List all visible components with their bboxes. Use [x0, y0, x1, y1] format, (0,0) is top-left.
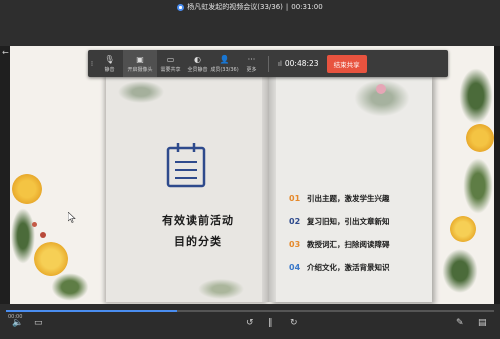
- mute-label: 静音: [104, 66, 115, 73]
- book-spine: [262, 74, 276, 302]
- back-arrow-icon[interactable]: ←: [2, 48, 9, 57]
- camera-icon: ▣: [136, 54, 144, 64]
- mic-icon: 🎙: [104, 54, 115, 64]
- playback-controls: 00:00 🔈 ▭ ↺ ‖ ↻ ✎ ▤: [0, 304, 500, 339]
- mute-all-label: 全员静音: [187, 66, 208, 73]
- mute-all-icon: ◐: [194, 54, 201, 64]
- more-icon: ···: [247, 54, 256, 64]
- leaf-decoration: [440, 246, 480, 296]
- meeting-toolbar: ⁞ 🎙 静音 ▣ 开启摄像头 ▭ 需要共享 ◐ 全员静音 👤 成员(33/36)…: [88, 50, 448, 77]
- list-item-number: 04: [289, 263, 301, 272]
- toolbar-divider: [268, 55, 269, 72]
- list-item: 04 介绍文化，激活背景知识: [289, 256, 439, 279]
- progress-fill: [6, 310, 177, 312]
- pause-icon[interactable]: ‖: [268, 318, 273, 328]
- list-item-text: 教授词汇，扫除阅读障碍: [307, 240, 390, 249]
- signal-icon: ıl: [278, 59, 282, 68]
- stop-sharing-button[interactable]: 结束共享: [326, 54, 367, 73]
- list-item-number: 01: [289, 194, 301, 203]
- purpose-list: 01 引出主题，激发学生兴趣 02 复习旧知，引出文章新知 03 教授词汇，扫除…: [289, 187, 439, 279]
- slide-heading-line1: 有效读前活动: [162, 214, 234, 227]
- mute-all-button[interactable]: ◐ 全员静音: [184, 50, 211, 77]
- drag-handle-icon[interactable]: ⁞: [88, 50, 96, 77]
- progress-bar[interactable]: [6, 310, 494, 312]
- open-book: 有效读前活动 目的分类 01 引出主题，激发学生兴趣 02 复习旧知，引出文章新…: [106, 74, 432, 302]
- book-left-page: [106, 74, 269, 302]
- pen-icon[interactable]: ✎: [456, 318, 464, 328]
- slide-heading-line2: 目的分类: [174, 235, 222, 248]
- start-camera-label: 开启摄像头: [127, 66, 153, 73]
- chat-icon[interactable]: ▭: [34, 318, 43, 328]
- floral-sprig-decoration: [116, 80, 166, 104]
- meeting-window: 杨凡虹发起的视频会议(33/36) | 00:31:00 ← 有效读前活动 目的…: [0, 0, 500, 339]
- rewind-icon[interactable]: ↺: [246, 318, 254, 328]
- yellow-flower-decoration: [34, 242, 68, 276]
- berry-decoration: [32, 222, 37, 227]
- leaf-decoration: [458, 66, 494, 126]
- title-divider: |: [285, 3, 289, 11]
- yellow-flower-decoration: [450, 216, 476, 242]
- meeting-title-bar: 杨凡虹发起的视频会议(33/36) | 00:31:00: [0, 0, 500, 14]
- members-icon: 👤: [219, 54, 230, 64]
- volume-icon[interactable]: 🔈: [12, 318, 23, 328]
- more-button[interactable]: ··· 更多: [238, 50, 265, 77]
- screen-share-icon: ▭: [166, 54, 175, 64]
- more-label: 更多: [246, 66, 257, 73]
- timer-value: 00:48:23: [284, 59, 319, 68]
- berry-decoration: [40, 232, 46, 238]
- list-item: 03 教授词汇，扫除阅读障碍: [289, 233, 439, 256]
- floral-sprig-decoration: [196, 278, 246, 300]
- members-label: 成员(33/36): [210, 66, 239, 73]
- yellow-flower-decoration: [12, 174, 42, 204]
- mute-button[interactable]: 🎙 静音: [96, 50, 123, 77]
- leaf-decoration: [10, 206, 36, 266]
- fullscreen-icon[interactable]: ▤: [478, 318, 487, 328]
- list-item-number: 02: [289, 217, 301, 226]
- share-timer: ıl 00:48:23: [278, 59, 319, 68]
- list-item-number: 03: [289, 240, 301, 249]
- calendar-icon: [166, 143, 206, 188]
- mouse-cursor-icon: [68, 212, 76, 223]
- left-rail: [0, 46, 10, 339]
- pink-blossom-decoration: [376, 84, 386, 94]
- leaf-decoration: [50, 272, 90, 302]
- share-screen-label: 需要共享: [160, 66, 181, 73]
- meeting-duration: 00:31:00: [291, 3, 323, 11]
- share-screen-button[interactable]: ▭ 需要共享: [157, 50, 184, 77]
- list-item: 02 复习旧知，引出文章新知: [289, 210, 439, 233]
- list-item-text: 介绍文化，激活背景知识: [307, 263, 390, 272]
- leaf-decoration: [462, 156, 494, 216]
- shield-icon: [177, 3, 185, 11]
- shared-slide: 有效读前活动 目的分类 01 引出主题，激发学生兴趣 02 复习旧知，引出文章新…: [10, 46, 494, 304]
- meeting-title: 杨凡虹发起的视频会议(33/36): [187, 3, 283, 11]
- start-camera-button[interactable]: ▣ 开启摄像头: [123, 50, 157, 77]
- forward-icon[interactable]: ↻: [290, 318, 298, 328]
- right-rail: [494, 46, 500, 339]
- list-item-text: 引出主题，激发学生兴趣: [307, 194, 390, 203]
- list-item: 01 引出主题，激发学生兴趣: [289, 187, 439, 210]
- members-button[interactable]: 👤 成员(33/36): [210, 50, 239, 77]
- yellow-flower-decoration: [466, 124, 494, 152]
- list-item-text: 复习旧知，引出文章新知: [307, 217, 390, 226]
